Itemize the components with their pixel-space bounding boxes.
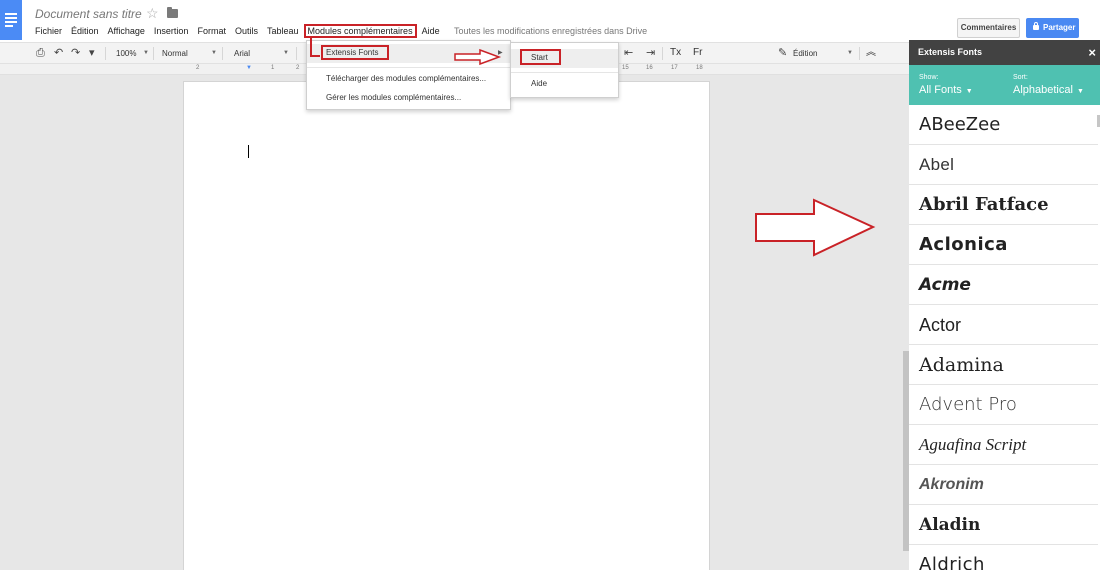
lock-icon: [1033, 22, 1039, 31]
show-label: Show:: [919, 74, 939, 81]
star-icon[interactable]: ☆: [146, 5, 159, 22]
chevron-down-icon: ▼: [283, 50, 289, 56]
document-page[interactable]: [183, 81, 710, 570]
submenu-arrow-icon: ▶: [498, 50, 503, 56]
menu-affichage[interactable]: Affichage: [108, 24, 145, 38]
print-icon[interactable]: ⎙: [36, 46, 45, 60]
menu-item-get-addons[interactable]: Télécharger des modules complémentaires.…: [326, 73, 486, 85]
show-value: All Fonts: [919, 84, 962, 96]
font-item-advent-pro[interactable]: Advent Pro: [909, 385, 1098, 425]
sidebar-filters: Show: All Fonts ▼ Sort: Alphabetical ▼: [909, 65, 1100, 105]
font-item-akronim[interactable]: Akronim: [909, 465, 1098, 505]
indent-less-icon[interactable]: ⇤: [624, 46, 633, 60]
close-icon[interactable]: ×: [1088, 40, 1096, 65]
save-status[interactable]: Toutes les modifications enregistrées da…: [454, 24, 647, 38]
docs-logo-icon[interactable]: [0, 0, 22, 40]
sidebar-title: Extensis Fonts: [918, 47, 983, 57]
comments-button[interactable]: Commentaires: [957, 18, 1020, 38]
document-title[interactable]: Document sans titre: [35, 7, 142, 21]
menu-item-aide[interactable]: Aide: [531, 78, 547, 90]
font-item-abril-fatface[interactable]: Abril Fatface: [909, 185, 1098, 225]
style-value: Normal: [162, 49, 188, 58]
app-header: Document sans titre ☆ Fichier Édition Af…: [0, 0, 1100, 42]
font-item-aladin[interactable]: Aladin: [909, 505, 1098, 545]
menu-bar: Fichier Édition Affichage Insertion Form…: [35, 24, 449, 38]
font-item-abel[interactable]: Abel: [909, 145, 1098, 185]
indent-more-icon[interactable]: ⇥: [646, 46, 655, 60]
indent-marker-icon[interactable]: ▼: [246, 65, 252, 71]
font-item-aguafina-script[interactable]: Aguafina Script: [909, 425, 1098, 465]
chevron-down-icon: ▼: [965, 88, 973, 95]
menu-insertion[interactable]: Insertion: [154, 24, 189, 38]
menu-tableau[interactable]: Tableau: [267, 24, 299, 38]
mode-value: Édition: [793, 49, 818, 58]
style-select[interactable]: Normal ▼: [162, 47, 217, 60]
ruler-tick: 17: [671, 65, 678, 71]
font-value: Arial: [234, 49, 251, 58]
font-item-acme[interactable]: Acme: [909, 265, 1098, 305]
show-dropdown[interactable]: All Fonts ▼: [919, 84, 973, 96]
collapse-icon[interactable]: ︽: [866, 46, 876, 60]
font-item-abeezee[interactable]: ABeeZee: [909, 105, 1098, 145]
paint-format-icon[interactable]: ▾: [89, 46, 95, 60]
font-list: ABeeZee Abel Abril Fatface Aclonica Acme…: [909, 105, 1100, 570]
font-item-actor[interactable]: Actor: [909, 305, 1098, 345]
chevron-down-icon: ▼: [847, 50, 853, 56]
font-item-aldrich[interactable]: Aldrich: [909, 545, 1098, 570]
document-canvas: [0, 75, 910, 570]
share-button[interactable]: Partager: [1026, 18, 1079, 38]
menu-outils[interactable]: Outils: [235, 24, 258, 38]
ruler-tick: 1: [271, 65, 275, 71]
extensis-fonts-sidebar: Extensis Fonts × Show: All Fonts ▼ Sort: …: [909, 40, 1100, 570]
ruler-tick: 2: [196, 65, 200, 71]
redo-icon[interactable]: ↷: [71, 46, 80, 60]
sort-label: Sort:: [1013, 74, 1028, 81]
ruler-tick: 15: [622, 65, 629, 71]
menu-modules-complementaires[interactable]: Modules complémentaires: [303, 24, 417, 38]
annotation-box: [520, 49, 561, 65]
undo-icon[interactable]: ↶: [54, 46, 63, 60]
mode-select[interactable]: Édition ▼: [793, 47, 853, 60]
chevron-down-icon: ▼: [1076, 88, 1084, 95]
sort-dropdown[interactable]: Alphabetical ▼: [1013, 84, 1084, 96]
share-label: Partager: [1043, 23, 1076, 32]
annotation-box: [321, 45, 389, 60]
clear-format-button[interactable]: Tx: [670, 46, 681, 60]
pencil-icon: ✎: [778, 47, 788, 59]
language-button[interactable]: Fr: [693, 46, 702, 60]
font-select[interactable]: Arial ▼: [234, 47, 289, 60]
font-item-adamina[interactable]: Adamina: [909, 345, 1098, 385]
folder-icon[interactable]: [167, 7, 178, 18]
zoom-select[interactable]: 100% ▼: [116, 47, 149, 60]
sidebar-header: Extensis Fonts ×: [909, 40, 1100, 65]
menu-edition[interactable]: Édition: [71, 24, 99, 38]
text-cursor: [248, 145, 249, 158]
menu-fichier[interactable]: Fichier: [35, 24, 62, 38]
chevron-down-icon: ▼: [211, 50, 217, 56]
sort-value: Alphabetical: [1013, 84, 1073, 96]
chevron-down-icon: ▼: [143, 50, 149, 56]
menu-aide[interactable]: Aide: [422, 24, 440, 38]
ruler-tick: 16: [646, 65, 653, 71]
font-item-aclonica[interactable]: Aclonica: [909, 225, 1098, 265]
zoom-value: 100%: [116, 49, 137, 58]
menu-item-manage-addons[interactable]: Gérer les modules complémentaires...: [326, 92, 461, 104]
menu-format[interactable]: Format: [197, 24, 226, 38]
ruler-tick: 2: [296, 65, 300, 71]
ruler-tick: 18: [696, 65, 703, 71]
